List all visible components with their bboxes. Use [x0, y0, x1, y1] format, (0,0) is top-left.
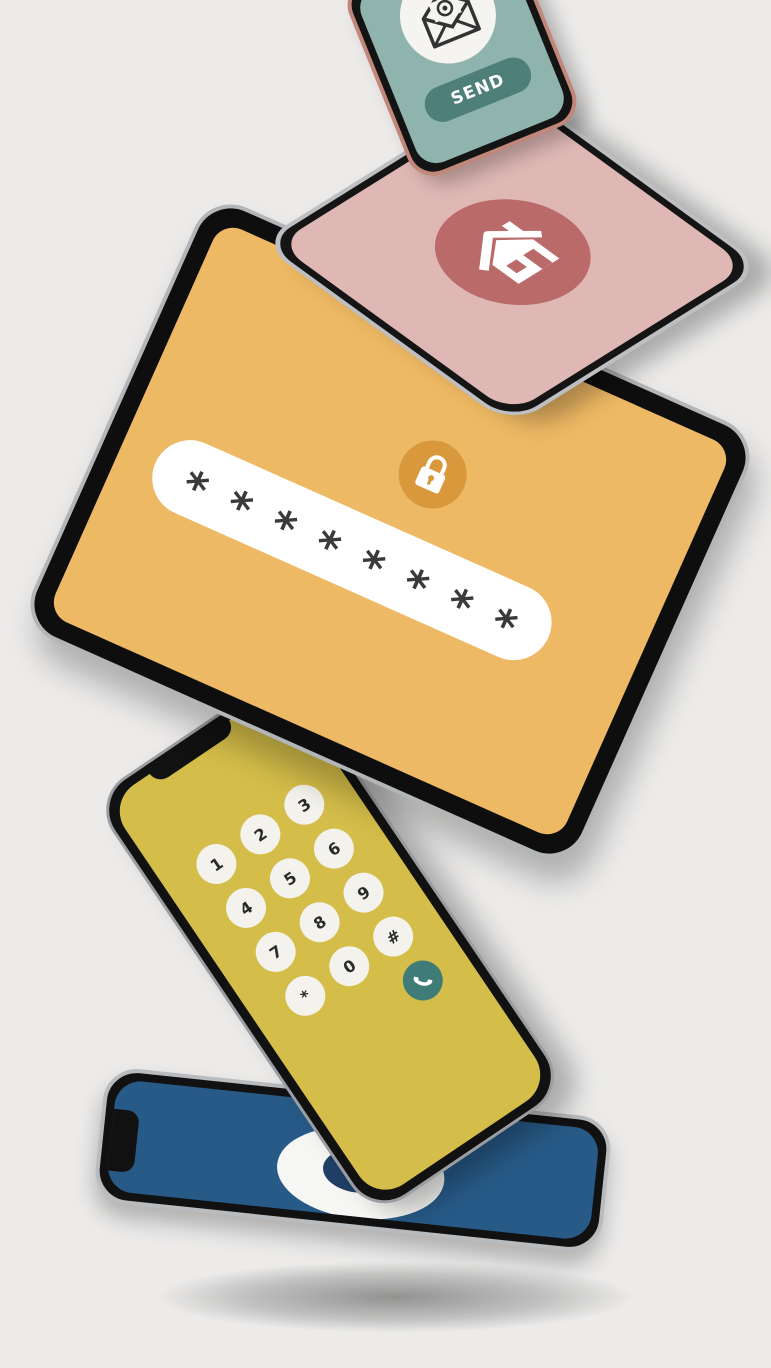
key-2[interactable]: 2	[232, 806, 289, 863]
ground-shadow	[160, 1262, 630, 1332]
key-5[interactable]: 5	[262, 850, 318, 907]
key-9[interactable]: 9	[335, 864, 392, 921]
envelope-at-icon	[421, 0, 481, 49]
key-0[interactable]: 0	[321, 938, 378, 994]
call-button[interactable]	[395, 952, 451, 1009]
password-char: *	[350, 538, 392, 595]
phone-handset-icon	[413, 976, 433, 986]
house-icon	[479, 221, 560, 284]
key-7[interactable]: 7	[247, 924, 304, 980]
password-char: *	[438, 578, 480, 635]
password-char: *	[305, 519, 348, 576]
key-8[interactable]: 8	[291, 894, 348, 951]
key-star[interactable]: *	[277, 968, 334, 1024]
lock-badge	[387, 429, 478, 520]
key-1[interactable]: 1	[188, 836, 245, 892]
devices-scene: 1 2 3 4 5 6 7 8 9 * 0 # * * * * * * * * …	[0, 0, 771, 1368]
home-badge	[402, 177, 623, 327]
key-3[interactable]: 3	[276, 776, 333, 833]
password-char: *	[261, 499, 304, 556]
password-char: *	[482, 597, 525, 654]
key-hash[interactable]: #	[365, 908, 421, 965]
keypad: 1 2 3 4 5 6 7 8 9 * 0 #	[188, 776, 451, 1068]
padlock-icon	[415, 455, 447, 494]
key-4[interactable]: 4	[218, 880, 274, 936]
key-6[interactable]: 6	[306, 820, 362, 877]
password-char: *	[394, 558, 436, 615]
password-field[interactable]: * * * * * * * *	[140, 428, 564, 673]
password-char: *	[173, 460, 216, 517]
send-button[interactable]: SEND	[419, 52, 537, 128]
password-char: *	[217, 479, 260, 536]
